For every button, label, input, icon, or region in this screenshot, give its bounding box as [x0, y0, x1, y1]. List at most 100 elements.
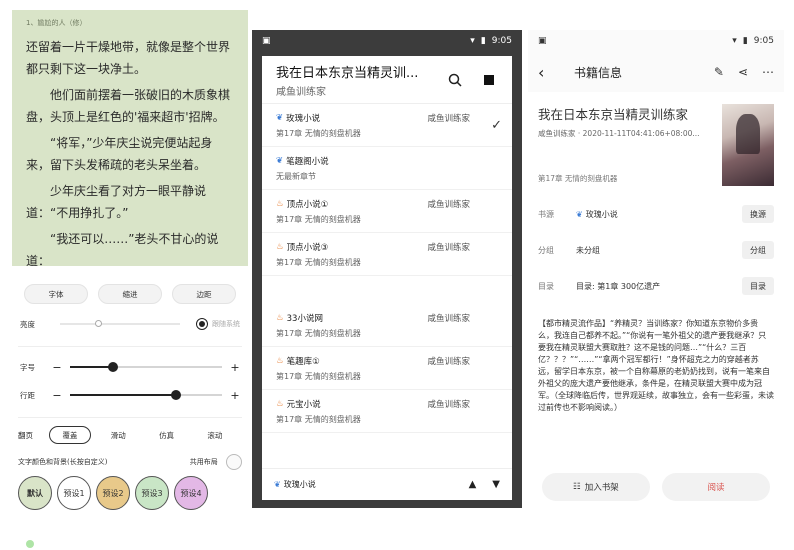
arrow-up-icon[interactable]: ▲	[469, 479, 477, 490]
source-item[interactable]: ♨ 笔趣库① 咸鱼训练家 第17章 无情的刻盘机器	[262, 347, 512, 390]
paragraph: “将军，”少年庆尘说完便站起身来，留下头发稀疏的老头呆坐着。	[26, 136, 213, 172]
font-size-fill	[70, 366, 113, 368]
source-label: 书源	[538, 209, 554, 219]
clock: 9:05	[491, 36, 512, 46]
flame-icon: ♨	[276, 242, 284, 252]
color-label: 文字颜色和背景(长按自定义)	[18, 458, 108, 466]
read-button[interactable]: 阅读	[662, 473, 770, 501]
preset-2[interactable]: 预设2	[96, 476, 130, 510]
page-turn-label: 翻页	[18, 430, 33, 440]
preset-4[interactable]: 预设4	[174, 476, 208, 510]
source-item[interactable]: ♨ 33小说网 咸鱼训练家 第17章 无情的刻盘机器	[262, 304, 512, 347]
rose-icon: ❦	[276, 156, 284, 166]
source-item[interactable]: ♨ 顶点小说③ 咸鱼训练家 第17章 无情的刻盘机器	[262, 233, 512, 276]
follow-system-radio[interactable]	[196, 318, 208, 330]
arrow-down-icon[interactable]: ▼	[492, 479, 500, 490]
brightness-label: 亮度	[20, 319, 35, 329]
back-icon[interactable]: ‹	[538, 63, 562, 82]
turn-scroll[interactable]: 滚动	[194, 426, 236, 444]
check-icon: ✓	[491, 118, 502, 133]
group-button[interactable]: 分组	[742, 241, 774, 259]
share-layout-toggle[interactable]	[226, 454, 242, 470]
page-title: 书籍信息	[574, 65, 623, 80]
book-meta: 咸鱼训练家 · 2020-11-11T04:41:06+08:00...	[538, 129, 700, 138]
source-item[interactable]: ❦ 笔趣阁小说 无最新章节	[262, 147, 512, 190]
preset-default[interactable]: 默认	[18, 476, 52, 510]
chapter-header: 1、尴尬的人（修）	[26, 19, 87, 27]
margin-button[interactable]: 边距	[172, 284, 236, 304]
font-size-minus[interactable]: −	[52, 361, 62, 374]
source-row: 书源 ❦ 玫瑰小说 换源	[528, 196, 784, 232]
latest-chapter: 第17章 无情的刻盘机器	[538, 174, 618, 183]
edit-icon[interactable]: ✎	[714, 65, 724, 79]
paragraph: 还留着一片干燥地带，就像是整个世界都只剩下这一块净土。	[26, 40, 231, 76]
brightness-knob[interactable]	[94, 320, 102, 327]
list-gap	[262, 276, 512, 304]
line-spacing-plus[interactable]: +	[230, 389, 240, 402]
wifi-icon: ▾	[732, 36, 737, 46]
line-spacing-minus[interactable]: −	[52, 389, 62, 402]
more-icon[interactable]: ⋯	[762, 65, 774, 79]
font-size-plus[interactable]: +	[230, 361, 240, 374]
font-size-knob[interactable]	[107, 362, 118, 372]
toc-label: 目录	[538, 281, 554, 291]
book-intro: 【都市精灵流作品】“养精灵？当训练家？你知道东京物价多贵么，我连自己都养不起。”…	[538, 319, 774, 412]
brightness-row: 亮度 跟随系统	[18, 310, 242, 338]
rose-icon: ❦	[274, 480, 281, 489]
divider	[18, 346, 242, 347]
status-bar: ▣ ▾ ▮ 9:05	[252, 30, 522, 52]
change-source-button[interactable]: 换源	[742, 205, 774, 223]
book-info-screen: ▣ ▾ ▮ 9:05 ‹ 书籍信息 ✎ ⋖ ⋯ 我在日本东京当精灵训练家 咸鱼训…	[528, 30, 784, 508]
line-spacing-slider[interactable]	[70, 390, 222, 400]
preset-1[interactable]: 预设1	[57, 476, 91, 510]
share-icon[interactable]: ⋖	[738, 65, 748, 79]
search-icon[interactable]	[444, 69, 466, 91]
image-icon: ▣	[538, 36, 547, 46]
app-bar: ‹ 书籍信息 ✎ ⋖ ⋯	[528, 52, 784, 92]
settings-sheet: 字体 缩进 边距 亮度 跟随系统 字号 − + 行距 − + 翻页 覆盖 滑动 …	[12, 266, 248, 510]
image-icon: ▣	[262, 36, 271, 46]
dialog-subtitle: 咸鱼训练家	[276, 86, 326, 98]
line-spacing-knob[interactable]	[171, 390, 182, 400]
preset-swatches: 默认 预设1 预设2 预设3 预设4	[18, 476, 242, 510]
toc-row: 目录 目录: 第1章 300亿遗产 目录	[528, 268, 784, 304]
dialog-header: 我在日本东京当精灵训... 咸鱼训练家	[262, 56, 512, 104]
bottom-bar: ☷ 加入书架 阅读	[528, 466, 784, 508]
status-bar: ▣ ▾ ▮ 9:05	[528, 30, 784, 52]
source-item[interactable]: ♨ 元宝小说 咸鱼训练家 第17章 无情的刻盘机器	[262, 390, 512, 433]
toc-button[interactable]: 目录	[742, 277, 774, 295]
flame-icon: ♨	[276, 199, 284, 209]
font-button[interactable]: 字体	[24, 284, 88, 304]
battery-icon: ▮	[742, 36, 748, 46]
indent-button[interactable]: 缩进	[98, 284, 162, 304]
source-item[interactable]: ♨ 顶点小说① 咸鱼训练家 第17章 无情的刻盘机器	[262, 190, 512, 233]
stop-icon[interactable]	[478, 69, 500, 91]
paragraph: 少年庆尘看了对方一眼平静说道：“不用挣扎了。”	[26, 184, 207, 220]
source-item[interactable]: ❦ 玫瑰小说 咸鱼训练家 第17章 无情的刻盘机器 ✓	[262, 104, 512, 147]
change-source-dialog: 我在日本东京当精灵训... 咸鱼训练家 ❦ 玫瑰小说 咸鱼训练家 第17章 无情的刻…	[262, 56, 512, 500]
turn-slide[interactable]: 滑动	[97, 426, 139, 444]
clock: 9:05	[753, 36, 774, 46]
add-to-shelf-button[interactable]: ☷ 加入书架	[542, 473, 650, 501]
follow-system-label: 跟随系统	[212, 320, 240, 328]
group-value: 未分组	[576, 245, 600, 255]
change-source-screen: ▣ ▾ ▮ 9:05 我在日本东京当精灵训... 咸鱼训练家 ❦ 玫瑰小说 咸鱼训练…	[252, 30, 522, 508]
reading-page[interactable]: 1、尴尬的人（修） 还留着一片干燥地带，就像是整个世界都只剩下这一块净土。 他们…	[12, 10, 248, 266]
current-source: 玫瑰小说	[283, 480, 316, 489]
divider	[18, 417, 242, 418]
line-spacing-row: 行距 − +	[18, 381, 242, 409]
dialog-footer: ❦ 玫瑰小说 ▲ ▼	[262, 468, 512, 500]
brightness-slider[interactable]	[60, 320, 180, 327]
reader-settings-screen: 1、尴尬的人（修） 还留着一片干燥地带，就像是整个世界都只剩下这一块净土。 他们…	[12, 10, 248, 538]
turn-simulate[interactable]: 仿真	[145, 426, 187, 444]
font-size-label: 字号	[20, 362, 35, 372]
turn-cover[interactable]: 覆盖	[48, 426, 92, 444]
flame-icon: ♨	[276, 356, 284, 366]
rose-icon: ❦	[276, 113, 284, 123]
line-spacing-fill	[70, 394, 177, 396]
dialog-title: 我在日本东京当精灵训...	[276, 65, 419, 81]
wifi-icon: ▾	[470, 36, 475, 46]
book-cover[interactable]	[722, 104, 774, 186]
preset-3[interactable]: 预设3	[135, 476, 169, 510]
font-size-slider[interactable]	[70, 362, 222, 372]
